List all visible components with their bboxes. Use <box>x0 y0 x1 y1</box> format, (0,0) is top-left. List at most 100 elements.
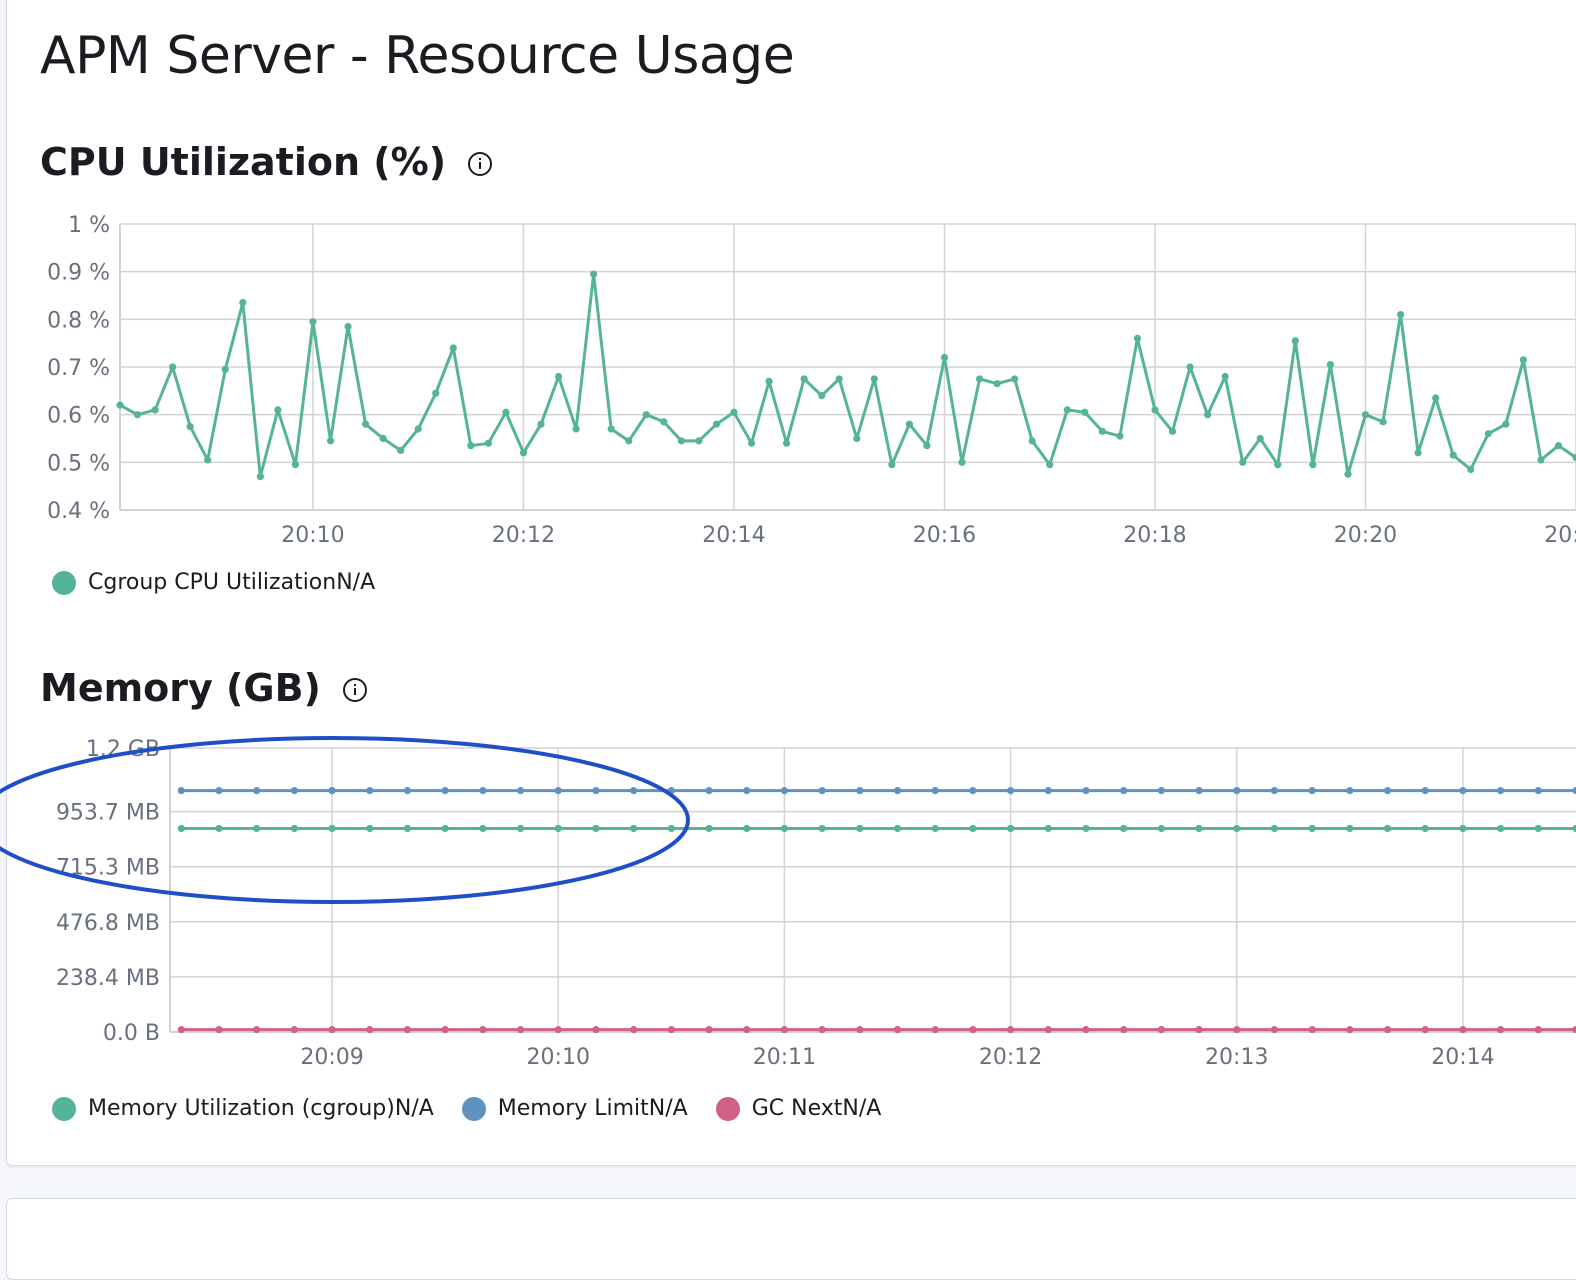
data-point <box>1270 824 1279 833</box>
data-point <box>1081 408 1089 416</box>
legend-value: N/A <box>648 1096 688 1121</box>
data-point <box>743 1026 751 1034</box>
data-point <box>780 824 789 833</box>
data-point <box>1534 824 1542 833</box>
x-tick-label: 20:18 <box>1123 523 1186 548</box>
y-tick-label: 0.6 % <box>47 404 110 429</box>
data-point <box>1006 824 1015 833</box>
data-point <box>667 824 675 833</box>
data-point <box>366 787 374 795</box>
legend-dot <box>52 570 76 595</box>
y-tick-label: 953.7 MB <box>56 801 160 826</box>
data-point <box>1116 432 1124 440</box>
data-point <box>1168 427 1177 435</box>
data-point <box>403 1026 412 1034</box>
legend-value: N/A <box>336 570 376 595</box>
data-point <box>274 406 282 414</box>
data-point <box>1308 824 1316 833</box>
data-point <box>397 446 405 455</box>
data-point <box>1572 824 1576 833</box>
info-icon[interactable] <box>468 152 493 176</box>
data-point <box>630 787 638 795</box>
x-tick-label: 20:10 <box>527 1045 590 1070</box>
data-point <box>1044 824 1052 833</box>
x-tick-label: 20:14 <box>702 523 765 548</box>
data-point <box>765 377 773 385</box>
data-point <box>1449 451 1457 459</box>
data-point <box>856 824 864 833</box>
legend-dot <box>461 1096 486 1121</box>
data-point <box>1133 334 1142 342</box>
data-point <box>1537 456 1545 464</box>
x-tick-label: 20:12 <box>979 1045 1042 1070</box>
data-point <box>366 1026 374 1034</box>
data-point <box>730 408 738 416</box>
x-tick-label: 20:12 <box>492 523 555 548</box>
data-point <box>835 375 843 383</box>
data-point <box>993 380 1001 388</box>
y-tick-label: 0.7 % <box>47 356 110 381</box>
data-point <box>256 473 264 481</box>
data-point <box>856 1026 864 1034</box>
y-tick-label: 1.2 GB <box>86 737 160 762</box>
data-point <box>554 824 562 833</box>
legend-item-memory-limit[interactable]: Memory Limit N/A <box>461 1096 688 1121</box>
data-point <box>667 1026 675 1034</box>
data-point <box>1157 787 1165 795</box>
memory-chart[interactable]: 1.2 GB 953.7 MB 715.3 MB 476.8 MB 238.4 MB 0.… <box>0 726 1576 1086</box>
cpu-legend: Cgroup CPU Utilization N/A <box>52 570 403 595</box>
data-point <box>1421 1026 1429 1034</box>
data-point <box>1421 824 1429 833</box>
legend-item-cgroup-cpu[interactable]: Cgroup CPU Utilization N/A <box>52 570 375 595</box>
data-point <box>572 425 580 433</box>
data-point <box>502 408 510 416</box>
data-point <box>1270 1026 1279 1034</box>
legend-item-memory-utilization[interactable]: Memory Utilization (cgroup) N/A <box>52 1096 434 1121</box>
data-point <box>1459 1026 1467 1034</box>
cpu-chart-title-text: CPU Utilization (%) <box>40 140 447 184</box>
data-point <box>414 425 422 433</box>
data-point <box>204 456 212 464</box>
data-point <box>1195 1026 1203 1034</box>
data-point <box>969 824 977 833</box>
data-point <box>856 787 864 795</box>
y-tick-label: 0.5 % <box>47 451 110 476</box>
legend-label: Memory Utilization (cgroup) <box>88 1096 395 1121</box>
data-point <box>215 787 223 795</box>
data-point <box>554 1026 562 1034</box>
data-point <box>1572 787 1576 795</box>
data-point <box>1221 372 1229 381</box>
data-point <box>479 787 487 795</box>
data-point <box>484 439 492 447</box>
data-point <box>931 1026 939 1034</box>
data-point <box>326 437 335 445</box>
info-icon[interactable] <box>342 678 367 702</box>
data-point <box>554 787 562 795</box>
data-point <box>1011 375 1019 383</box>
data-point <box>186 422 194 431</box>
data-point <box>893 787 902 795</box>
data-point <box>441 1026 449 1034</box>
cpu-utilization-chart[interactable]: 1 % 0.9 % 0.8 % 0.7 % 0.6 % 0.5 % 0.4 % 20:10 20… <box>0 200 1576 560</box>
legend-item-gc-next[interactable]: GC Next N/A <box>715 1096 881 1121</box>
data-point <box>290 1026 298 1034</box>
data-point <box>1379 418 1387 426</box>
data-point <box>516 824 525 833</box>
legend-label: Memory Limit <box>497 1096 649 1121</box>
data-point <box>642 411 650 419</box>
data-point <box>1421 787 1429 795</box>
data-point <box>1396 310 1405 319</box>
data-point <box>177 787 185 795</box>
data-point <box>630 1026 638 1034</box>
data-point <box>712 420 721 428</box>
data-point <box>780 787 789 795</box>
data-point <box>519 449 528 457</box>
x-tick-label: 20:16 <box>913 523 976 548</box>
data-point <box>1233 787 1241 795</box>
data-point <box>818 824 826 833</box>
memory-legend: Memory Utilization (cgroup) N/A Memory Li… <box>52 1096 909 1121</box>
data-point <box>344 322 352 331</box>
data-point <box>975 375 984 383</box>
y-tick-label: 476.8 MB <box>56 911 160 936</box>
data-point <box>1195 824 1203 833</box>
